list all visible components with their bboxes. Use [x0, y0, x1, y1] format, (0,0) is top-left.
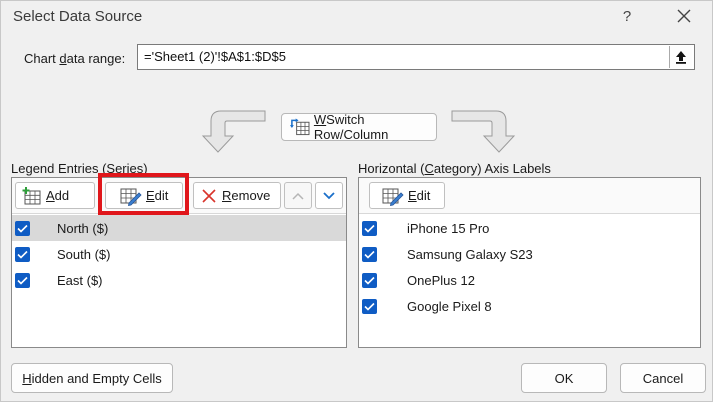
category-label: Samsung Galaxy S23	[407, 246, 533, 262]
chart-data-range-value: ='Sheet1 (2)'!$A$1:$D$5	[144, 49, 286, 64]
chevron-up-icon	[292, 192, 304, 200]
axis-labels-panel: Edit iPhone 15 Pro Samsung Galaxy S23 On…	[358, 177, 701, 348]
edit-axis-labels-button[interactable]: Edit	[369, 182, 445, 209]
check-icon	[17, 250, 28, 259]
switch-accel: W	[313, 112, 327, 127]
dialog-title: Select Data Source	[13, 8, 143, 25]
series-label: South ($)	[57, 246, 111, 262]
close-button[interactable]	[669, 3, 699, 29]
category-row[interactable]: OnePlus 12	[359, 267, 700, 293]
category-checkbox[interactable]	[362, 220, 377, 236]
chart-data-range-input[interactable]: ='Sheet1 (2)'!$A$1:$D$5	[137, 44, 695, 70]
close-icon	[677, 9, 691, 23]
category-label: OnePlus 12	[407, 272, 475, 288]
category-checkbox[interactable]	[362, 298, 377, 314]
range-label-part: Chart	[24, 51, 60, 66]
range-label-part: ata range:	[66, 51, 126, 66]
switch-row-column-button[interactable]: WSwitch Row/Column	[281, 112, 437, 142]
cancel-button[interactable]: Cancel	[620, 363, 706, 393]
series-list: North ($) South ($) East ($)	[12, 215, 346, 293]
axis-edit-accel: E	[408, 188, 417, 203]
title-bar: Select Data Source ?	[1, 1, 712, 33]
axis-toolbar: Edit	[359, 178, 700, 214]
remove-series-label: Remove	[222, 188, 270, 203]
add-series-icon	[22, 186, 41, 204]
chart-data-range-label: Chart data range:	[24, 51, 125, 66]
axis-title-part: Horizontal (	[358, 161, 425, 176]
category-label: iPhone 15 Pro	[407, 220, 490, 236]
axis-title-part: ategory) Axis Labels	[433, 161, 551, 176]
switch-label-rest: Switch Row/Column	[313, 112, 389, 142]
series-checkbox[interactable]	[15, 272, 30, 288]
remove-series-button[interactable]: Remove	[193, 182, 281, 209]
collapse-dialog-icon	[676, 51, 686, 64]
series-checkbox[interactable]	[15, 220, 30, 236]
add-series-button[interactable]: Add	[15, 182, 95, 209]
category-row[interactable]: Google Pixel 8	[359, 293, 700, 319]
remove-accel: R	[222, 188, 232, 203]
series-label: North ($)	[57, 220, 109, 236]
range-label-accel: d	[59, 51, 67, 66]
move-down-button[interactable]	[315, 182, 343, 209]
add-series-label: Add	[46, 188, 69, 203]
switch-row-column-icon	[290, 118, 310, 136]
help-button[interactable]: ?	[615, 5, 639, 29]
check-icon	[364, 224, 375, 233]
switch-row-column-label: WSwitch Row/Column	[314, 112, 436, 142]
category-row[interactable]: Samsung Galaxy S23	[359, 241, 700, 267]
remove-x-icon	[202, 188, 216, 203]
series-checkbox[interactable]	[15, 246, 30, 262]
collapse-range-button[interactable]	[669, 46, 692, 68]
category-row[interactable]: iPhone 15 Pro	[359, 215, 700, 241]
hidden-rest: idden and Empty Cells	[31, 370, 162, 386]
select-data-source-dialog: Select Data Source ? Chart data range: =…	[0, 0, 713, 402]
check-icon	[364, 276, 375, 285]
edit-button-highlight	[98, 173, 189, 215]
check-icon	[17, 224, 28, 233]
series-row-south[interactable]: South ($)	[12, 241, 346, 267]
swap-left-arrow-icon	[201, 110, 266, 153]
series-label: East ($)	[57, 272, 103, 288]
category-label: Google Pixel 8	[407, 298, 492, 314]
chevron-down-icon	[323, 191, 335, 199]
category-checkbox[interactable]	[362, 272, 377, 288]
edit-axis-label: Edit	[408, 188, 430, 203]
move-up-button[interactable]	[284, 182, 312, 209]
add-accel: A	[46, 188, 55, 203]
hidden-accel: H	[22, 370, 32, 386]
add-rest: dd	[54, 188, 70, 203]
swap-right-arrow-icon	[451, 110, 516, 153]
ok-button[interactable]: OK	[521, 363, 607, 393]
hidden-empty-cells-label: Hidden and Empty Cells	[22, 371, 161, 386]
series-row-north[interactable]: North ($)	[12, 215, 346, 241]
hidden-empty-cells-button[interactable]: Hidden and Empty Cells	[11, 363, 173, 393]
check-icon	[364, 250, 375, 259]
axis-labels-title: Horizontal (Category) Axis Labels	[358, 161, 551, 176]
check-icon	[17, 276, 28, 285]
check-icon	[364, 302, 375, 311]
series-row-east[interactable]: East ($)	[12, 267, 346, 293]
remove-rest: emove	[231, 188, 271, 203]
axis-edit-rest: dit	[416, 188, 431, 203]
category-list: iPhone 15 Pro Samsung Galaxy S23 OnePlus…	[359, 215, 700, 319]
edit-axis-icon	[382, 188, 404, 206]
axis-title-accel: C	[424, 161, 434, 176]
category-checkbox[interactable]	[362, 246, 377, 262]
